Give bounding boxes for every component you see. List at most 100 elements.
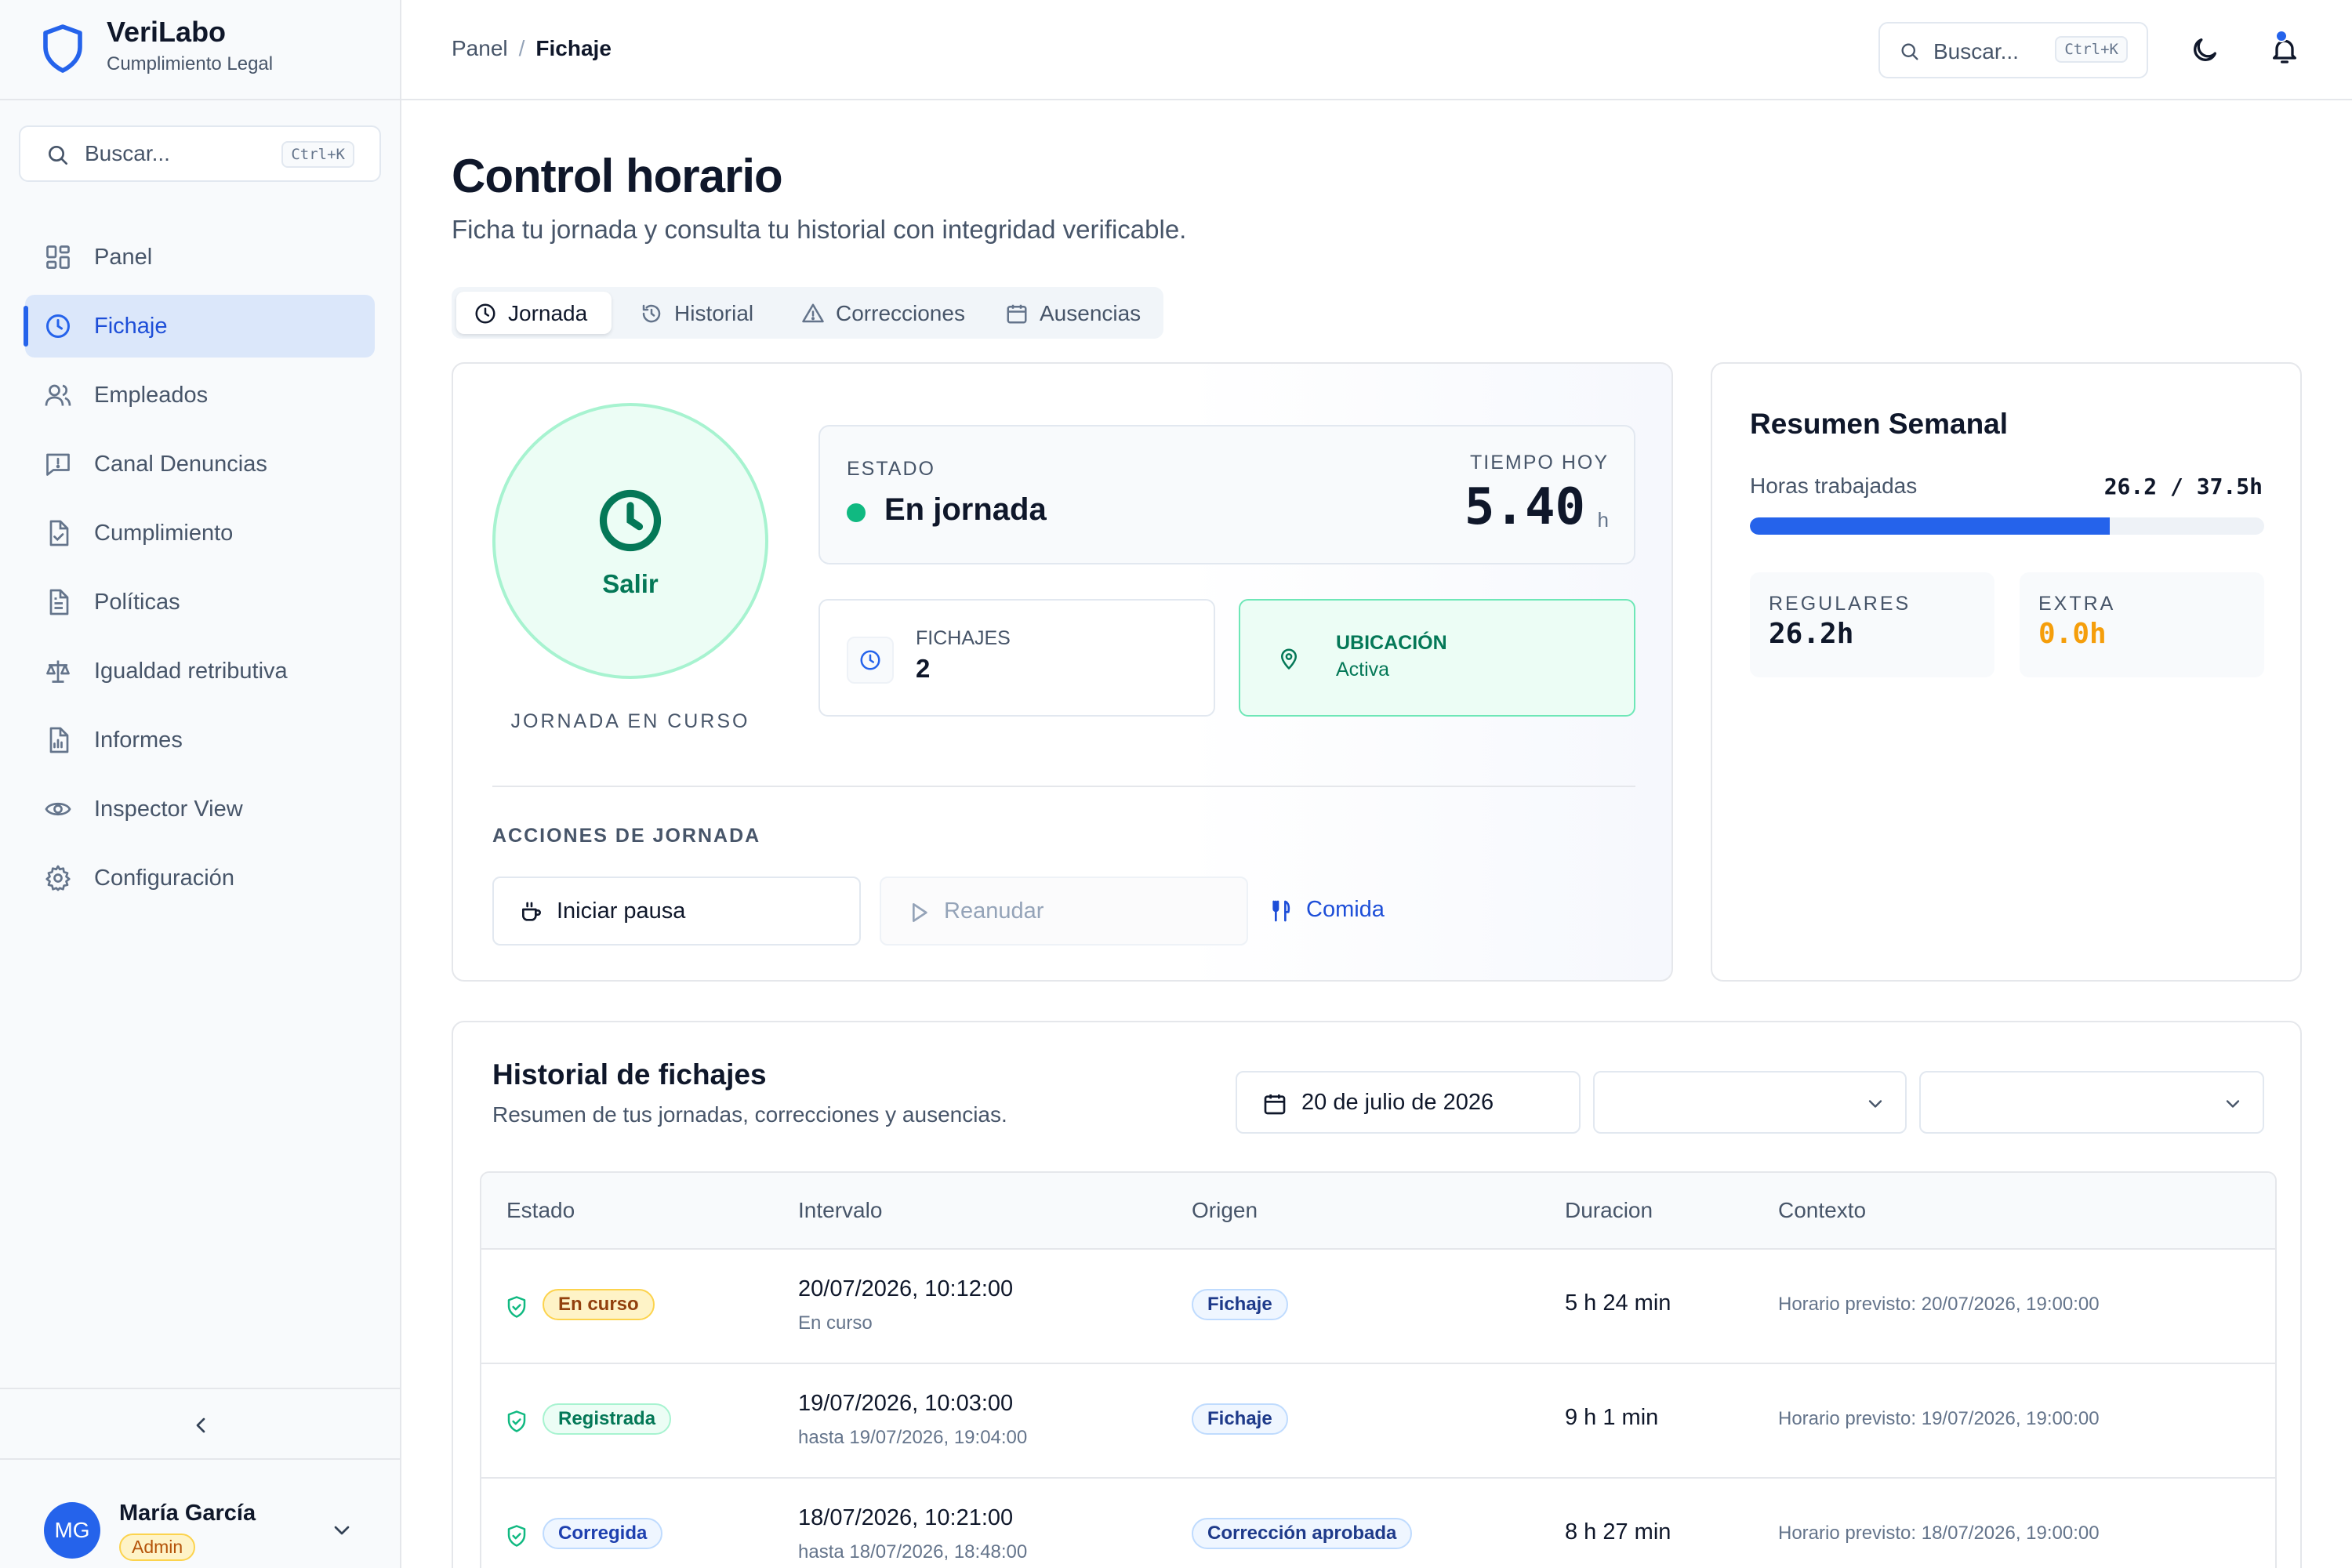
breadcrumb-separator: / <box>518 36 525 60</box>
weekly-summary-card: Resumen Semanal Horas trabajadas 26.2 / … <box>1711 362 2302 982</box>
origin-badge: Corrección aprobada <box>1192 1518 1413 1549</box>
extra-hours-stat: EXTRA 0.0h <box>2020 572 2264 677</box>
play-icon <box>913 903 927 922</box>
history-subtitle: Resumen de tus jornadas, correcciones y … <box>492 1102 1007 1127</box>
resume-label: Reanudar <box>944 898 1044 924</box>
file-check-icon <box>49 520 69 546</box>
divider <box>492 786 1635 787</box>
sidebar-item-canal-denuncias[interactable]: Canal Denuncias <box>25 433 375 495</box>
topbar: Panel / Fichaje Buscar... Ctrl+K <box>401 0 2352 100</box>
brand: VeriLabo Cumplimiento Legal <box>0 0 400 100</box>
status-filter-select[interactable] <box>1593 1071 1907 1134</box>
utensils-icon <box>1272 900 1290 922</box>
sidebar-item-label: Cumplimiento <box>94 521 234 546</box>
start-pause-label: Iniciar pausa <box>557 898 686 924</box>
ubicacion-stat: UBICACIÓN Activa <box>1239 599 1635 717</box>
page-title: Control horario <box>452 150 783 202</box>
clock-out-button[interactable]: Salir <box>492 403 768 679</box>
time-today-value: 5.40 <box>1464 478 1585 536</box>
time-today-unit: h <box>1597 508 1609 532</box>
page-subtitle: Ficha tu jornada y consulta tu historial… <box>452 215 1187 244</box>
fichajes-icon-box <box>847 637 894 684</box>
sidebar-item-label: Políticas <box>94 590 180 615</box>
brand-subtitle: Cumplimiento Legal <box>107 53 274 74</box>
meal-label: Comida <box>1306 897 1385 922</box>
interval-start: 20/07/2026, 10:12:00 <box>798 1276 1014 1301</box>
users-icon <box>45 384 71 406</box>
gear-icon <box>45 865 71 891</box>
origin-filter-select[interactable] <box>1919 1071 2264 1134</box>
sidebar-item-inspector-view[interactable]: Inspector View <box>25 778 375 840</box>
breadcrumb-panel[interactable]: Panel <box>452 36 508 60</box>
sidebar-collapse-button[interactable] <box>0 1388 400 1460</box>
date-filter-label: 20 de julio de 2026 <box>1301 1090 1494 1115</box>
sidebar-item-label: Canal Denuncias <box>94 452 267 477</box>
hours-progress-fill <box>1750 517 2110 535</box>
meal-button[interactable]: Comida <box>1243 877 1424 946</box>
tab-label: Jornada <box>508 301 588 325</box>
shield-check-icon <box>507 1525 526 1547</box>
header-search-input[interactable]: Buscar... Ctrl+K <box>1878 22 2148 78</box>
table-row[interactable]: Corregida 18/07/2026, 10:21:00 hasta 18/… <box>481 1479 2275 1568</box>
hours-value: 26.2 / 37.5h <box>2103 474 2263 499</box>
user-role-badge: Admin <box>119 1534 196 1561</box>
interval-end: hasta 19/07/2026, 19:04:00 <box>798 1427 1028 1448</box>
history-icon <box>642 304 661 323</box>
tab-correcciones[interactable]: Correcciones <box>784 292 980 334</box>
resume-button[interactable]: Reanudar <box>880 877 1248 946</box>
duration: 8 h 27 min <box>1565 1519 1671 1544</box>
clock-icon <box>475 303 495 324</box>
start-pause-button[interactable]: Iniciar pausa <box>492 877 861 946</box>
sidebar-item-igualdad-retributiva[interactable]: Igualdad retributiva <box>25 640 375 702</box>
regular-hours-stat: REGULARES 26.2h <box>1750 572 1994 677</box>
duration: 5 h 24 min <box>1565 1290 1671 1316</box>
sidebar-search-shortcut: Ctrl+K <box>281 141 354 168</box>
coffee-icon <box>522 902 541 921</box>
status-badge: Registrada <box>543 1403 672 1435</box>
tab-jornada[interactable]: Jornada <box>456 292 612 334</box>
user-name: María García <box>119 1501 256 1526</box>
table-row[interactable]: Registrada 19/07/2026, 10:03:00 hasta 19… <box>481 1364 2275 1479</box>
sidebar-item-panel[interactable]: Panel <box>25 226 375 289</box>
sidebar-search-placeholder: Buscar... <box>85 141 170 165</box>
context: Horario previsto: 20/07/2026, 19:00:00 <box>1778 1294 2100 1315</box>
sidebar-item-fichaje[interactable]: Fichaje <box>24 295 375 358</box>
chevron-down-icon <box>1868 1100 1882 1108</box>
sidebar-item-label: Igualdad retributiva <box>94 659 288 684</box>
clock-icon <box>46 314 70 338</box>
breadcrumb: Panel / Fichaje <box>452 36 612 61</box>
user-menu[interactable]: MG María García Admin <box>0 1461 400 1568</box>
sidebar-item-politicas[interactable]: Políticas <box>25 571 375 633</box>
avatar: MG <box>44 1502 100 1559</box>
theme-toggle-moon-icon[interactable] <box>2189 34 2220 66</box>
time-today-label: TIEMPO HOY <box>1470 452 1609 474</box>
sidebar-item-label: Configuración <box>94 866 234 891</box>
tab-ausencias[interactable]: Ausencias <box>988 292 1159 334</box>
brand-name: VeriLabo <box>107 16 227 48</box>
clock-caption: JORNADA EN CURSO <box>510 710 750 732</box>
tab-historial[interactable]: Historial <box>622 292 776 334</box>
table-row[interactable]: En curso 20/07/2026, 10:12:00 En curso F… <box>481 1250 2275 1364</box>
regular-value: 26.2h <box>1769 618 1854 650</box>
sidebar-item-label: Fichaje <box>94 314 168 339</box>
sidebar-search-input[interactable]: Buscar... Ctrl+K <box>19 125 381 182</box>
hours-progress-bar <box>1750 517 2264 535</box>
sidebar-item-informes[interactable]: Informes <box>25 709 375 771</box>
date-filter-button[interactable]: 20 de julio de 2026 <box>1236 1071 1581 1134</box>
sidebar-item-cumplimiento[interactable]: Cumplimiento <box>25 502 375 564</box>
sidebar-nav: Panel Fichaje Empleados Canal Denuncias … <box>24 226 375 916</box>
tab-bar: Jornada Historial Correcciones Ausencias <box>452 287 1163 339</box>
column-header-estado: Estado <box>506 1198 575 1222</box>
interval-start: 18/07/2026, 10:21:00 <box>798 1505 1014 1530</box>
status-badge: En curso <box>543 1289 655 1320</box>
sidebar-item-configuracion[interactable]: Configuración <box>25 847 375 909</box>
hours-label: Horas trabajadas <box>1750 474 1918 498</box>
header-search-placeholder: Buscar... <box>1933 39 2019 64</box>
warning-icon <box>802 303 824 323</box>
sidebar-item-empleados[interactable]: Empleados <box>25 364 375 426</box>
calendar-icon <box>1007 304 1027 324</box>
fichajes-value: 2 <box>916 654 931 683</box>
header-search-shortcut: Ctrl+K <box>2055 36 2128 63</box>
clock-out-label: Salir <box>602 569 659 598</box>
notification-dot <box>2275 30 2288 42</box>
